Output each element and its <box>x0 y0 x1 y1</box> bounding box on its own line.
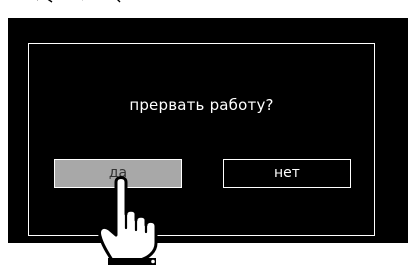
no-button[interactable]: нет <box>223 159 351 188</box>
pointing-hand-icon <box>94 170 166 266</box>
dialog-prompt: прервать работу? <box>129 96 274 114</box>
device-screen: прервать работу? да нет <box>8 18 408 243</box>
confirmation-dialog: прервать работу? да нет <box>28 43 375 236</box>
cropped-text-fragment <box>6 0 156 4</box>
